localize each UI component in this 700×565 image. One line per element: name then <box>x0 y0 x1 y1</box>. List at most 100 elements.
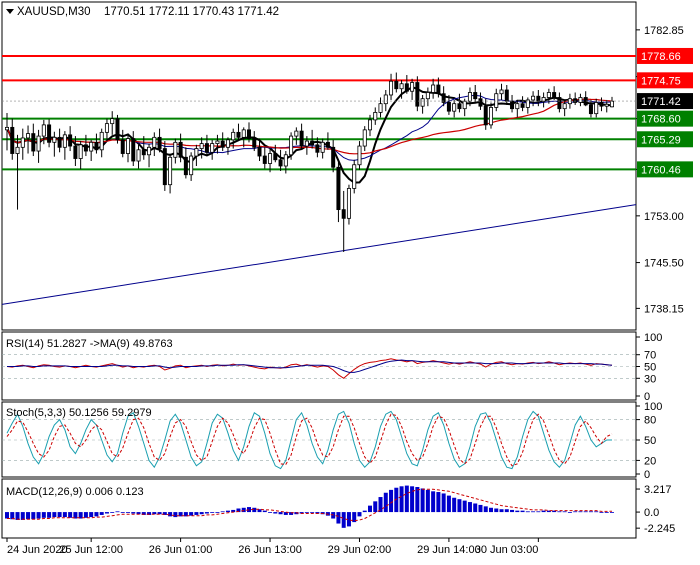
candle-body-up <box>147 146 152 156</box>
candle <box>425 87 430 107</box>
candle-body-down <box>73 145 78 159</box>
x-tick-label: 26 Jun 13:00 <box>238 544 302 556</box>
candle-body-up <box>5 126 10 131</box>
candle-body-down <box>536 95 541 102</box>
candle-body-up <box>152 136 157 148</box>
candle-body-down <box>183 156 188 176</box>
candle-body-down <box>552 92 557 98</box>
macd-histogram-bar <box>368 505 372 513</box>
macd-histogram-bar <box>536 511 541 513</box>
candle-body-down <box>252 138 257 148</box>
candle <box>320 138 325 159</box>
candle <box>483 98 488 130</box>
candle <box>525 97 530 114</box>
candle <box>199 137 204 159</box>
candle-body-down <box>278 159 283 167</box>
macd-histogram-bar <box>26 512 31 520</box>
candle-body-up <box>62 134 67 148</box>
macd-histogram-bar <box>473 503 478 513</box>
stoch-title: Stoch(5,3,3) 50.1256 59.2979 <box>6 407 152 419</box>
candle-body-down <box>599 102 604 107</box>
candle-body-up <box>346 188 351 219</box>
x-axis: 24 Jun 202025 Jun 12:00 26 Jun 01:00 26 Ju… <box>6 538 539 556</box>
candle-body-up <box>20 137 25 148</box>
osc-y-tick-label: 30 <box>644 373 656 385</box>
macd-histogram-bar <box>457 499 462 513</box>
ascending-trendline <box>1 204 637 305</box>
macd-histogram-bar <box>241 507 246 513</box>
candle-body-down <box>520 103 525 108</box>
candle-body-down <box>341 209 346 219</box>
macd-histogram-bar <box>225 510 230 513</box>
candle <box>431 78 436 99</box>
macd-histogram-bar <box>357 512 362 517</box>
candle <box>173 138 178 164</box>
price-y-tick-label: 1753.00 <box>644 211 684 223</box>
candle-body-up <box>462 100 467 110</box>
chart-window: 1782.851775.351768.601760.461753.001745.… <box>0 0 700 560</box>
macd-histogram-bar <box>189 512 194 516</box>
macd-histogram-bar <box>110 512 115 513</box>
candle-body-up <box>399 83 404 90</box>
candle <box>336 162 341 223</box>
candle <box>147 143 152 168</box>
candle-body-down <box>315 144 320 153</box>
candle-body-up <box>373 112 378 121</box>
collapse-triangle-icon[interactable] <box>6 9 14 14</box>
macd-histogram-bar <box>94 512 99 517</box>
macd-histogram-bar <box>57 512 62 518</box>
macd-histogram-bar <box>578 511 583 513</box>
macd-histogram-bar <box>583 511 588 513</box>
chart-canvas[interactable]: 1782.851775.351768.601760.461753.001745.… <box>0 0 700 560</box>
candle <box>404 75 409 94</box>
macd-histogram-bar <box>199 512 204 515</box>
macd-histogram-bar <box>515 510 520 513</box>
candle <box>120 129 125 158</box>
candle <box>415 76 420 112</box>
candle-body-up <box>494 93 499 108</box>
macd-histogram-bar <box>557 511 562 513</box>
candle <box>357 141 362 170</box>
candle <box>210 139 215 160</box>
candle-body-up <box>289 135 294 156</box>
macd-histogram-bar <box>425 489 430 513</box>
candle-body-down <box>236 131 241 138</box>
macd-y-tick-label: -2.245 <box>644 523 675 535</box>
candle <box>504 85 509 105</box>
macd-histogram-bar <box>404 485 409 513</box>
candle-body-up <box>225 139 230 148</box>
candle-body-down <box>446 102 451 112</box>
macd-y-tick-label: 0.0 <box>644 507 659 519</box>
macd-histogram-bar <box>252 507 257 513</box>
candle-body-up <box>578 97 583 103</box>
candle <box>494 88 499 112</box>
macd-histogram-bar <box>525 511 530 513</box>
candle-body-down <box>510 100 515 110</box>
macd-histogram-bar <box>531 511 536 513</box>
candle-body-down <box>94 141 99 151</box>
candle-body-down <box>157 136 162 149</box>
macd-histogram-bar <box>483 506 488 513</box>
osc-y-tick-label: 50 <box>644 435 656 447</box>
candle-body-up <box>210 143 215 153</box>
candle-body-up <box>367 119 372 131</box>
candle-body-down <box>299 130 304 147</box>
candle-body-up <box>110 118 115 125</box>
candle <box>383 89 388 112</box>
candle-body-down <box>115 118 120 141</box>
price-panel-frame <box>1 1 637 331</box>
candle <box>346 184 351 225</box>
macd-histogram-bar <box>126 512 130 513</box>
candle <box>325 132 330 150</box>
osc-y-tick-label: 80 <box>644 415 656 427</box>
candle-body-down <box>204 143 209 153</box>
macd-histogram-bar <box>62 512 67 518</box>
macd-histogram-bar <box>599 512 604 513</box>
candle-body-up <box>304 140 309 147</box>
candle <box>541 92 546 108</box>
candle <box>452 99 457 118</box>
candle-body-up <box>189 155 194 176</box>
ohlc-values: 1770.51 1772.11 1770.43 1771.42 <box>104 6 279 18</box>
macd-histogram-bar <box>610 512 614 513</box>
candle <box>315 137 320 158</box>
